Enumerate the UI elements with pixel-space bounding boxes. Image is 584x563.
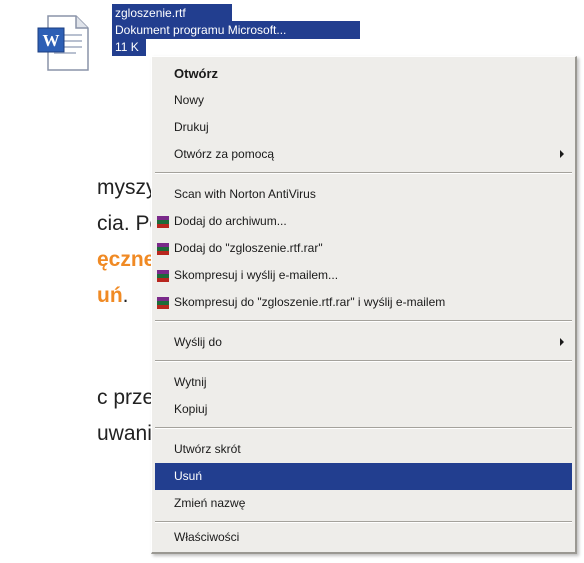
menu-item-delete[interactable]: Usuń — [155, 463, 572, 490]
menu-item-label: Właściwości — [174, 530, 240, 544]
menu-item-label: Kopiuj — [174, 402, 208, 416]
file-name: zgloszenie.rtf — [112, 4, 232, 22]
menu-item-add-to-archive[interactable]: Dodaj do archiwum... — [155, 208, 572, 235]
menu-item-label: Nowy — [174, 93, 205, 107]
submenu-arrow-icon — [560, 338, 564, 346]
document-text-line-1: myszy — [97, 176, 157, 199]
word-document-icon[interactable]: W — [34, 14, 94, 74]
menu-item-label: Scan with Norton AntiVirus — [174, 187, 316, 201]
menu-item-label: Usuń — [174, 469, 203, 483]
menu-item-compress-rar-email[interactable]: Skompresuj do "zgloszenie.rtf.rar" i wyś… — [155, 289, 572, 316]
menu-item-label: Zmień nazwę — [174, 496, 246, 510]
menu-item-label: Dodaj do archiwum... — [174, 214, 287, 228]
menu-item-copy[interactable]: Kopiuj — [155, 396, 572, 423]
svg-text:W: W — [43, 31, 60, 50]
menu-separator — [155, 521, 572, 523]
menu-item-label: Skompresuj i wyślij e-mailem... — [174, 268, 339, 282]
menu-item-label: Dodaj do "zgloszenie.rtf.rar" — [174, 241, 323, 255]
submenu-arrow-icon — [560, 150, 564, 158]
menu-separator — [155, 427, 572, 429]
winrar-icon — [157, 297, 169, 309]
menu-item-label: Skompresuj do "zgloszenie.rtf.rar" i wyś… — [174, 295, 446, 309]
winrar-icon — [157, 216, 169, 228]
menu-item-compress-email[interactable]: Skompresuj i wyślij e-mailem... — [155, 262, 572, 289]
menu-item-label: Otwórz — [174, 66, 219, 81]
menu-separator — [155, 172, 572, 174]
menu-item-label: Otwórz za pomocą — [174, 147, 275, 161]
document-period: . — [122, 284, 129, 307]
menu-item-label: Wyślij do — [174, 335, 222, 349]
menu-item-label: Drukuj — [174, 120, 209, 134]
menu-item-norton-scan[interactable]: Scan with Norton AntiVirus — [155, 181, 572, 208]
menu-item-open[interactable]: Otwórz — [155, 60, 572, 87]
menu-item-send-to[interactable]: Wyślij do — [155, 329, 572, 356]
document-text-line-4: uń. — [97, 283, 129, 309]
menu-item-properties[interactable]: Właściwości — [155, 524, 572, 551]
menu-item-add-to-rar[interactable]: Dodaj do "zgloszenie.rtf.rar" — [155, 235, 572, 262]
menu-item-open-with[interactable]: Otwórz za pomocą — [155, 141, 572, 168]
menu-item-label: Utwórz skrót — [174, 442, 241, 456]
menu-item-label: Wytnij — [174, 375, 207, 389]
menu-item-rename[interactable]: Zmień nazwę — [155, 490, 572, 517]
menu-item-print[interactable]: Drukuj — [155, 114, 572, 141]
menu-separator — [155, 320, 572, 322]
menu-item-cut[interactable]: Wytnij — [155, 369, 572, 396]
file-size: 11 K — [112, 38, 146, 56]
winrar-icon — [157, 270, 169, 282]
winrar-icon — [157, 243, 169, 255]
document-highlight-word: uń — [97, 284, 123, 307]
menu-item-new[interactable]: Nowy — [155, 87, 572, 114]
file-type: Dokument programu Microsoft... — [112, 21, 360, 39]
context-menu: Otwórz Nowy Drukuj Otwórz za pomocą Scan… — [151, 56, 577, 554]
menu-separator — [155, 360, 572, 362]
menu-item-create-shortcut[interactable]: Utwórz skrót — [155, 436, 572, 463]
